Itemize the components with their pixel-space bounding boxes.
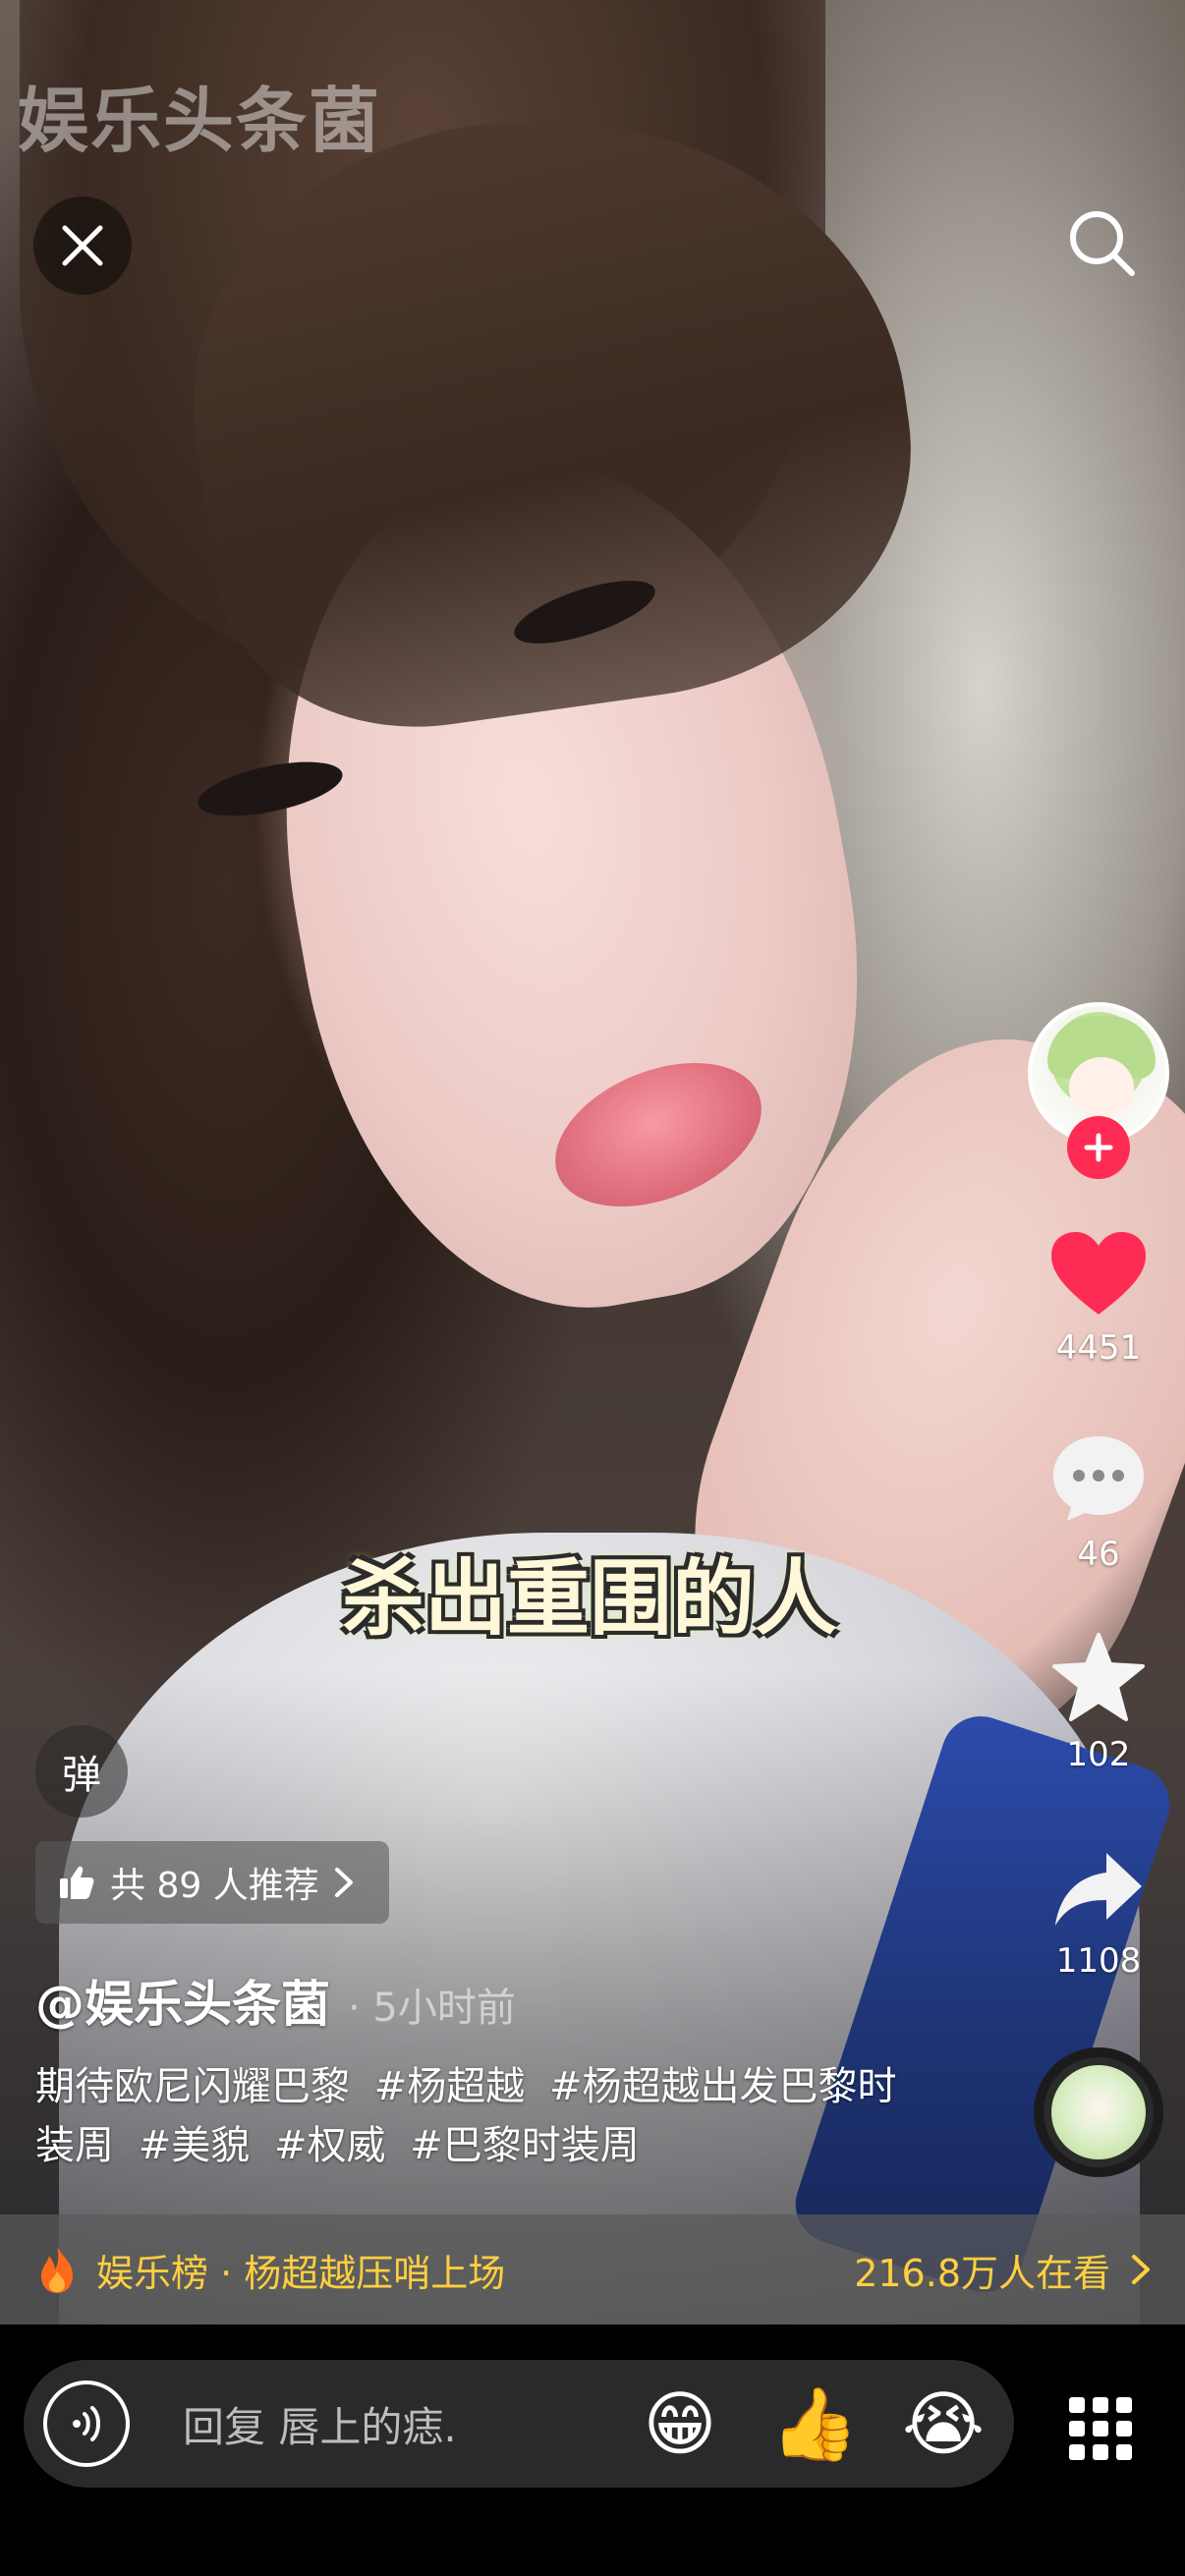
like-button[interactable]: 4451 [1020,1228,1177,1368]
follow-button[interactable] [1067,1116,1130,1179]
grid-dot [1116,2397,1132,2413]
reply-placeholder[interactable]: 回复 唇上的痣. [183,2394,639,2454]
grid-dot [1069,2444,1085,2460]
favorite-count: 102 [1066,1735,1131,1774]
voice-input-button[interactable] [43,2380,130,2467]
hashtag[interactable]: #巴黎时装周 [410,2123,640,2168]
avatar-face [1069,1057,1134,1118]
share-arrow-icon [1055,1853,1142,1926]
grid-dot [1116,2444,1132,2460]
hashtag[interactable]: #权威 [274,2123,386,2168]
music-cover [1051,2065,1146,2159]
music-disc[interactable] [1034,2047,1163,2177]
close-icon [62,225,103,266]
grid-dot [1069,2421,1085,2436]
grid-dot [1093,2444,1108,2460]
grid-dot [1093,2421,1108,2436]
share-button[interactable]: 1108 [1020,1847,1177,1981]
thumbs-up-icon [60,1866,94,1899]
grid-dot [1116,2421,1132,2436]
danmu-toggle-button[interactable]: 弹 [35,1725,128,1818]
recommend-label: 共 89 人推荐 [110,1866,319,1906]
video-watermark: 娱乐头条菌 [18,80,382,162]
plus-icon [1084,1133,1113,1162]
star-icon [1052,1633,1145,1721]
author-info: @娱乐头条菌 · 5小时前 [35,1965,516,2036]
post-time: · 5小时前 [348,1986,516,2031]
search-icon [1070,211,1135,276]
video-subtitle: 杀出重围的人 [341,1550,837,1647]
hashtag[interactable]: #杨超越 [374,2064,526,2109]
watching-count: 216.8万人在看 [854,2251,1110,2295]
comment-button[interactable]: 46 [1020,1430,1177,1574]
grid-menu-icon[interactable] [1069,2397,1132,2460]
comment-icon [1053,1436,1144,1521]
author-avatar-group[interactable] [1028,1002,1169,1179]
reply-input-box[interactable]: 回复 唇上的痣. 😁 👍 😭 [24,2360,1014,2488]
chevron-right-icon [334,1868,353,1897]
search-button[interactable] [1061,202,1144,285]
grin-emoji-button[interactable]: 😁 [639,2382,721,2465]
favorite-button[interactable]: 102 [1020,1631,1177,1774]
hashtag[interactable]: #美貌 [139,2123,251,2168]
chevron-right-icon [1132,2255,1150,2284]
hot-ranking-label: 娱乐榜 · 杨超越压哨上场 [96,2251,506,2295]
bottom-bar: 回复 唇上的痣. 😁 👍 😭 [0,2324,1185,2576]
description-text: 期待欧尼闪耀巴黎 [35,2064,350,2109]
recommend-pill[interactable]: 共 89 人推荐 [35,1841,389,1924]
thumbs-up-emoji-button[interactable]: 👍 [770,2382,859,2465]
flame-icon [41,2246,73,2293]
comment-count: 46 [1077,1535,1120,1574]
voice-wave-icon [73,2406,100,2441]
author-name[interactable]: @娱乐头条菌 [35,1965,330,2036]
close-button[interactable] [33,196,132,295]
grid-dot [1093,2397,1108,2413]
hot-ranking-bar[interactable]: 娱乐榜 · 杨超越压哨上场 216.8万人在看 [0,2214,1185,2324]
video-description: 期待欧尼闪耀巴黎 #杨超越 #杨超越出发巴黎时装周 #美貌 #权威 #巴黎时装周 [35,2057,900,2175]
quick-emoji-bar: 😁 👍 😭 [639,2382,985,2465]
share-count: 1108 [1055,1941,1142,1981]
like-count: 4451 [1055,1328,1142,1368]
heart-icon [1051,1232,1146,1315]
crying-emoji-button[interactable]: 😭 [902,2382,985,2465]
grid-dot [1069,2397,1085,2413]
